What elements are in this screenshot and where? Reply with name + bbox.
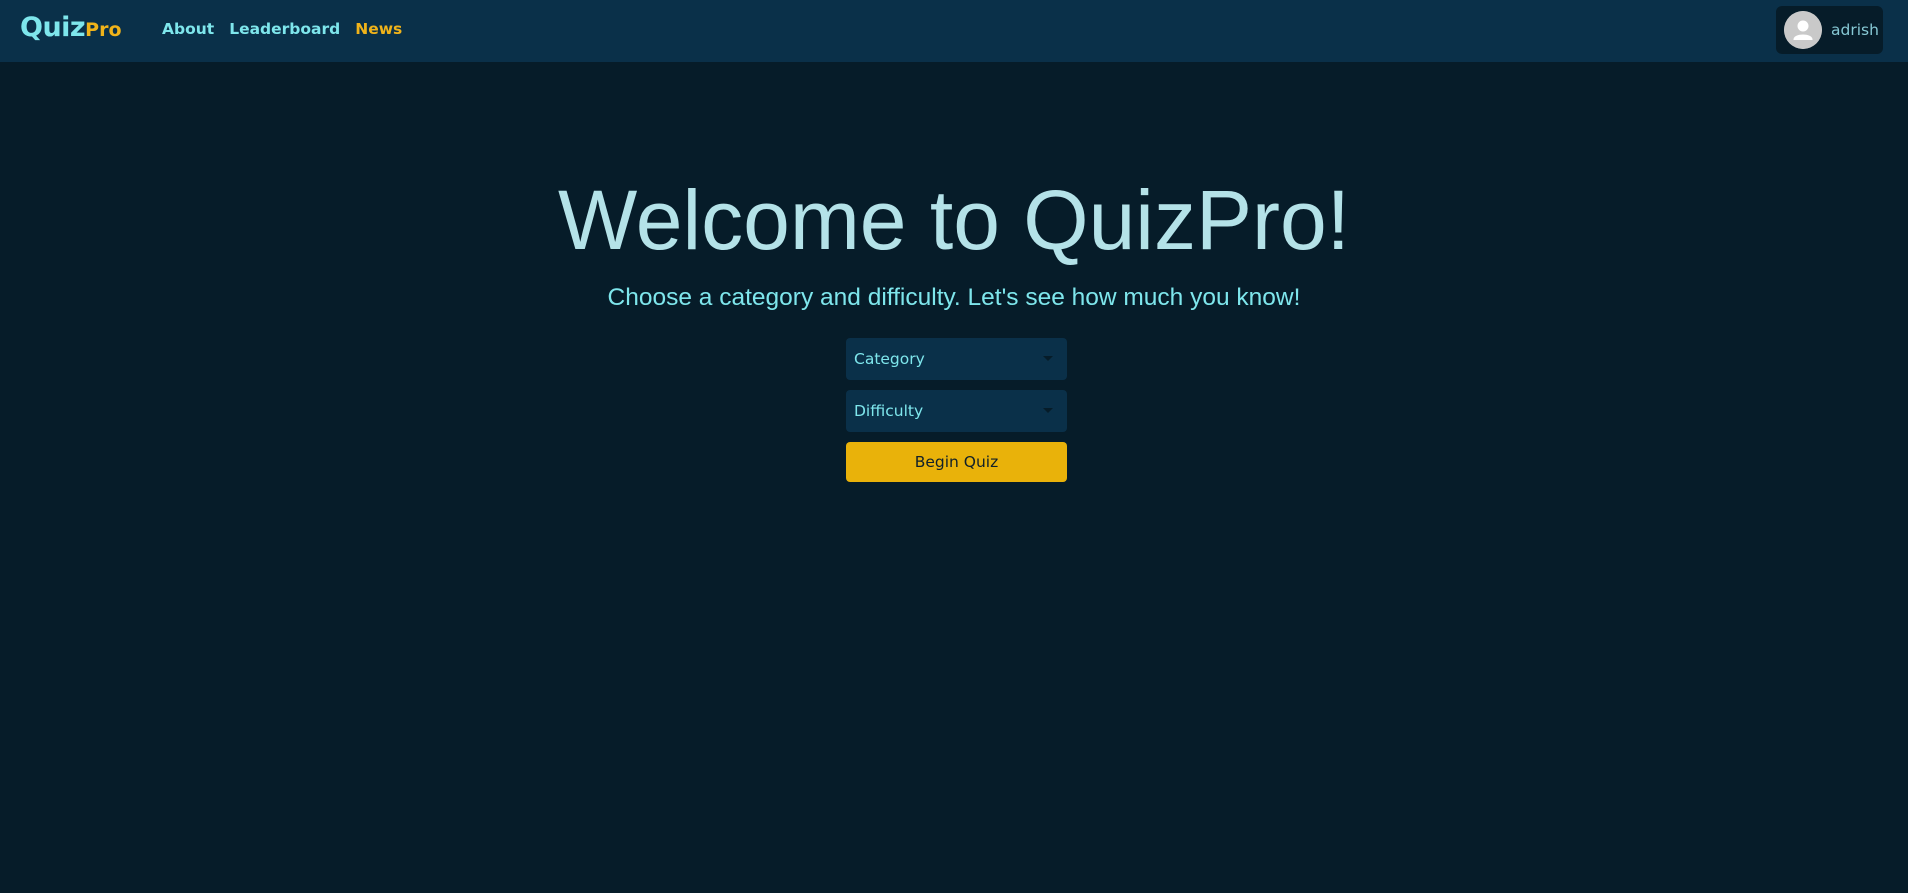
nav-link-about[interactable]: About bbox=[162, 20, 214, 38]
category-select-label: Category bbox=[854, 350, 925, 368]
caret-down-icon bbox=[1043, 408, 1053, 413]
caret-down-icon bbox=[1043, 356, 1053, 361]
top-navbar: Quiz Pro About Leaderboard News adrish bbox=[0, 0, 1908, 62]
brand-logo-pro: Pro bbox=[85, 19, 122, 41]
user-menu-button[interactable]: adrish bbox=[1776, 6, 1883, 54]
hero-section: Welcome to QuizPro! Choose a category an… bbox=[0, 170, 1908, 312]
nav-link-leaderboard[interactable]: Leaderboard bbox=[229, 20, 340, 38]
nav-link-news[interactable]: News bbox=[355, 20, 402, 38]
difficulty-select-label: Difficulty bbox=[854, 402, 924, 420]
page-subtitle: Choose a category and difficulty. Let's … bbox=[607, 284, 1301, 311]
brand-logo[interactable]: Quiz Pro bbox=[20, 12, 122, 43]
brand-logo-quiz: Quiz bbox=[20, 12, 86, 43]
username-label: adrish bbox=[1831, 21, 1879, 39]
user-avatar-icon bbox=[1784, 11, 1822, 49]
nav-links: About Leaderboard News bbox=[162, 20, 417, 38]
difficulty-select[interactable]: Difficulty bbox=[846, 390, 1067, 432]
page-title: Welcome to QuizPro! bbox=[557, 173, 1351, 267]
category-select[interactable]: Category bbox=[846, 338, 1067, 380]
begin-quiz-button[interactable]: Begin Quiz bbox=[846, 442, 1067, 482]
quiz-setup-form: Category Difficulty Begin Quiz bbox=[846, 338, 1067, 482]
